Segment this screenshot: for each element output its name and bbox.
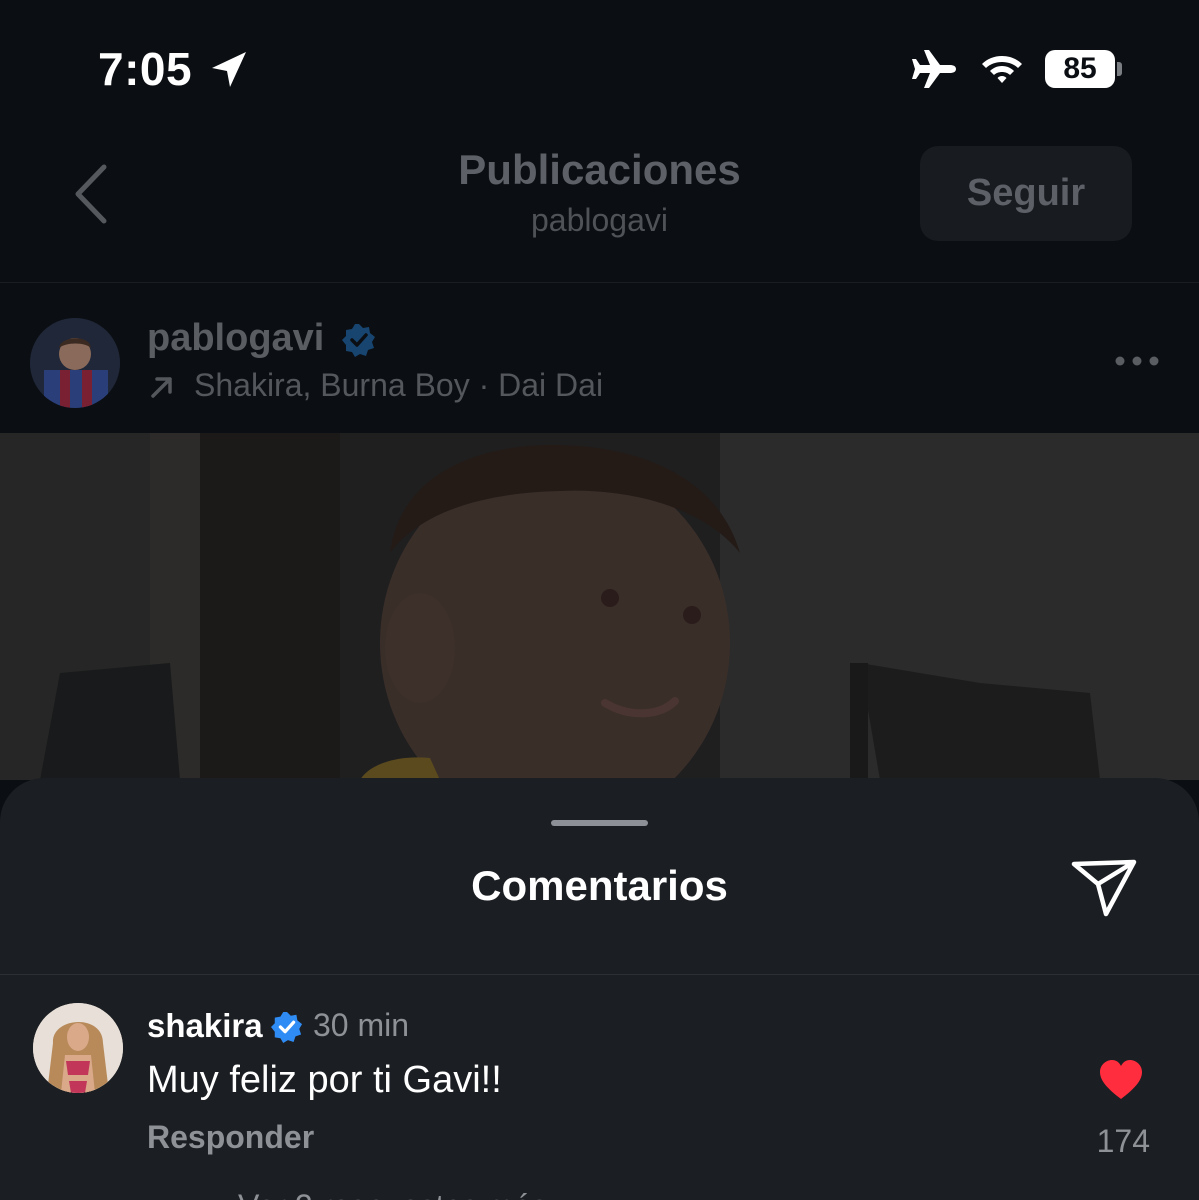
status-time: 7:05 <box>98 43 193 95</box>
follow-button[interactable]: Seguir <box>920 146 1132 241</box>
audio-track-link[interactable]: Shakira, Burna Boy · Dai Dai <box>194 367 603 404</box>
post-photo[interactable] <box>0 433 1199 780</box>
verified-badge-icon <box>271 1011 303 1043</box>
avatar-image <box>30 318 120 408</box>
nav-header: Publicaciones pablogavi Seguir <box>0 130 1199 283</box>
battery-level: 85 <box>1063 52 1097 85</box>
heart-icon[interactable] <box>1098 1059 1144 1101</box>
post-header: pablogavi Shakira, Burna Boy · Dai Dai <box>0 283 1199 433</box>
battery-body: 85 <box>1045 50 1115 88</box>
verified-badge-icon <box>342 324 375 357</box>
comment-timestamp: 30 min <box>313 1007 410 1043</box>
comment-username[interactable]: shakira <box>147 1007 263 1045</box>
comments-title: Comentarios <box>471 862 728 909</box>
post-username[interactable]: pablogavi <box>147 317 324 360</box>
ellipsis-icon[interactable] <box>1114 355 1160 367</box>
battery-cap <box>1117 62 1122 76</box>
paper-plane-icon[interactable] <box>1070 856 1138 918</box>
avatar[interactable] <box>30 318 120 408</box>
reply-button[interactable]: Responder <box>147 1119 314 1156</box>
post-page-backdrop: Publicaciones pablogavi Seguir pablogavi <box>0 130 1199 780</box>
status-bar: 7:05 85 <box>0 0 1199 130</box>
instagram-post-screen: 7:05 85 Publicaciones pablogavi Seguir p… <box>0 0 1199 1200</box>
comment-text: Muy feliz por ti Gavi!! <box>147 1059 502 1101</box>
avatar-image <box>33 1003 123 1093</box>
comments-sheet: Comentarios shakira 30 min Muy feliz por… <box>0 778 1199 1200</box>
post-photo-image <box>0 433 1199 780</box>
airplane-icon <box>912 50 956 88</box>
wifi-icon <box>982 56 1022 83</box>
like-count: 174 <box>1096 1123 1150 1159</box>
view-more-replies-link[interactable]: Ver 2 respuestas más <box>238 1188 547 1200</box>
arrow-up-right-icon <box>151 377 172 398</box>
avatar[interactable] <box>33 1003 123 1093</box>
comment-item: shakira 30 min Muy feliz por ti Gavi!! R… <box>0 975 1199 1200</box>
battery-icon: 85 <box>1045 50 1123 88</box>
sheet-grabber[interactable] <box>551 820 648 826</box>
location-arrow-icon <box>212 52 246 87</box>
